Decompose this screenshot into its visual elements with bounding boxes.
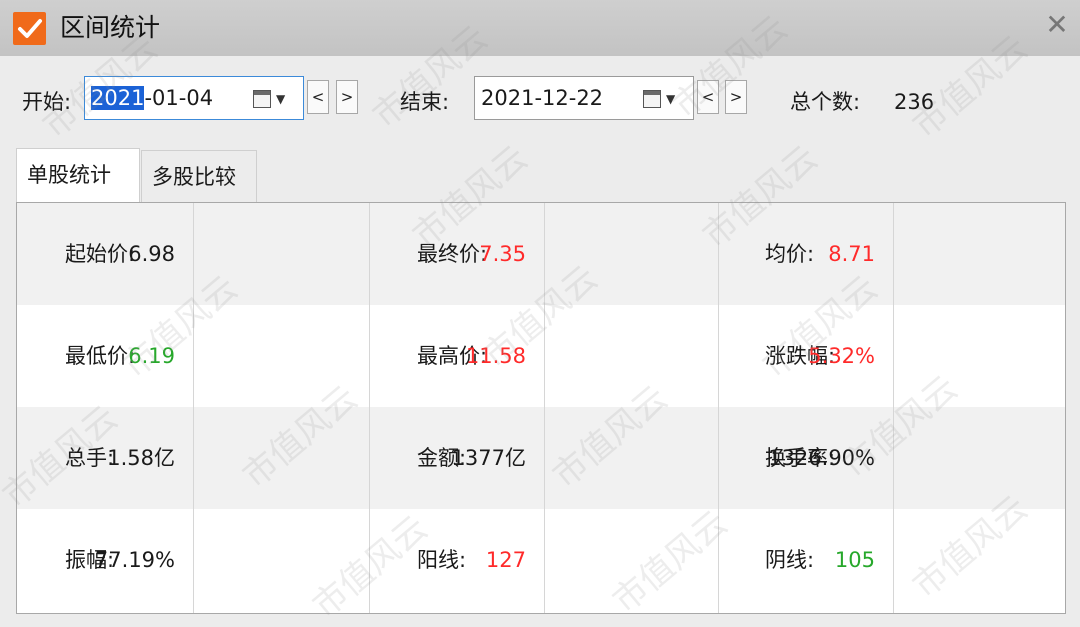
stat-value: 105 <box>834 548 875 572</box>
calendar-icon[interactable] <box>643 90 661 108</box>
checkmark-icon <box>13 12 46 45</box>
column-divider <box>544 203 545 613</box>
stat-value: 77.19% <box>94 548 175 572</box>
end-date-input[interactable]: 2021-12-22 ▼ <box>474 76 694 120</box>
total-count-label: 总个数: <box>790 90 861 114</box>
stat-value: 1377亿 <box>451 446 526 470</box>
start-date-rest: -01-04 <box>144 86 214 110</box>
stat-value: 6.98 <box>128 242 175 266</box>
column-divider <box>718 203 719 613</box>
start-next-button[interactable]: > <box>336 80 358 114</box>
start-prev-button[interactable]: < <box>307 80 329 114</box>
title-bar: 区间统计 ✕ <box>0 0 1080 56</box>
dropdown-arrow-icon[interactable]: ▼ <box>276 93 285 105</box>
column-divider <box>193 203 194 613</box>
calendar-icon[interactable] <box>253 90 271 108</box>
tab-single-stock[interactable]: 单股统计 <box>16 148 140 202</box>
end-date-value: 2021-12-22 <box>481 86 604 110</box>
close-button[interactable]: ✕ <box>1042 10 1072 40</box>
tab-multi-stock-compare[interactable]: 多股比较 <box>141 150 257 202</box>
